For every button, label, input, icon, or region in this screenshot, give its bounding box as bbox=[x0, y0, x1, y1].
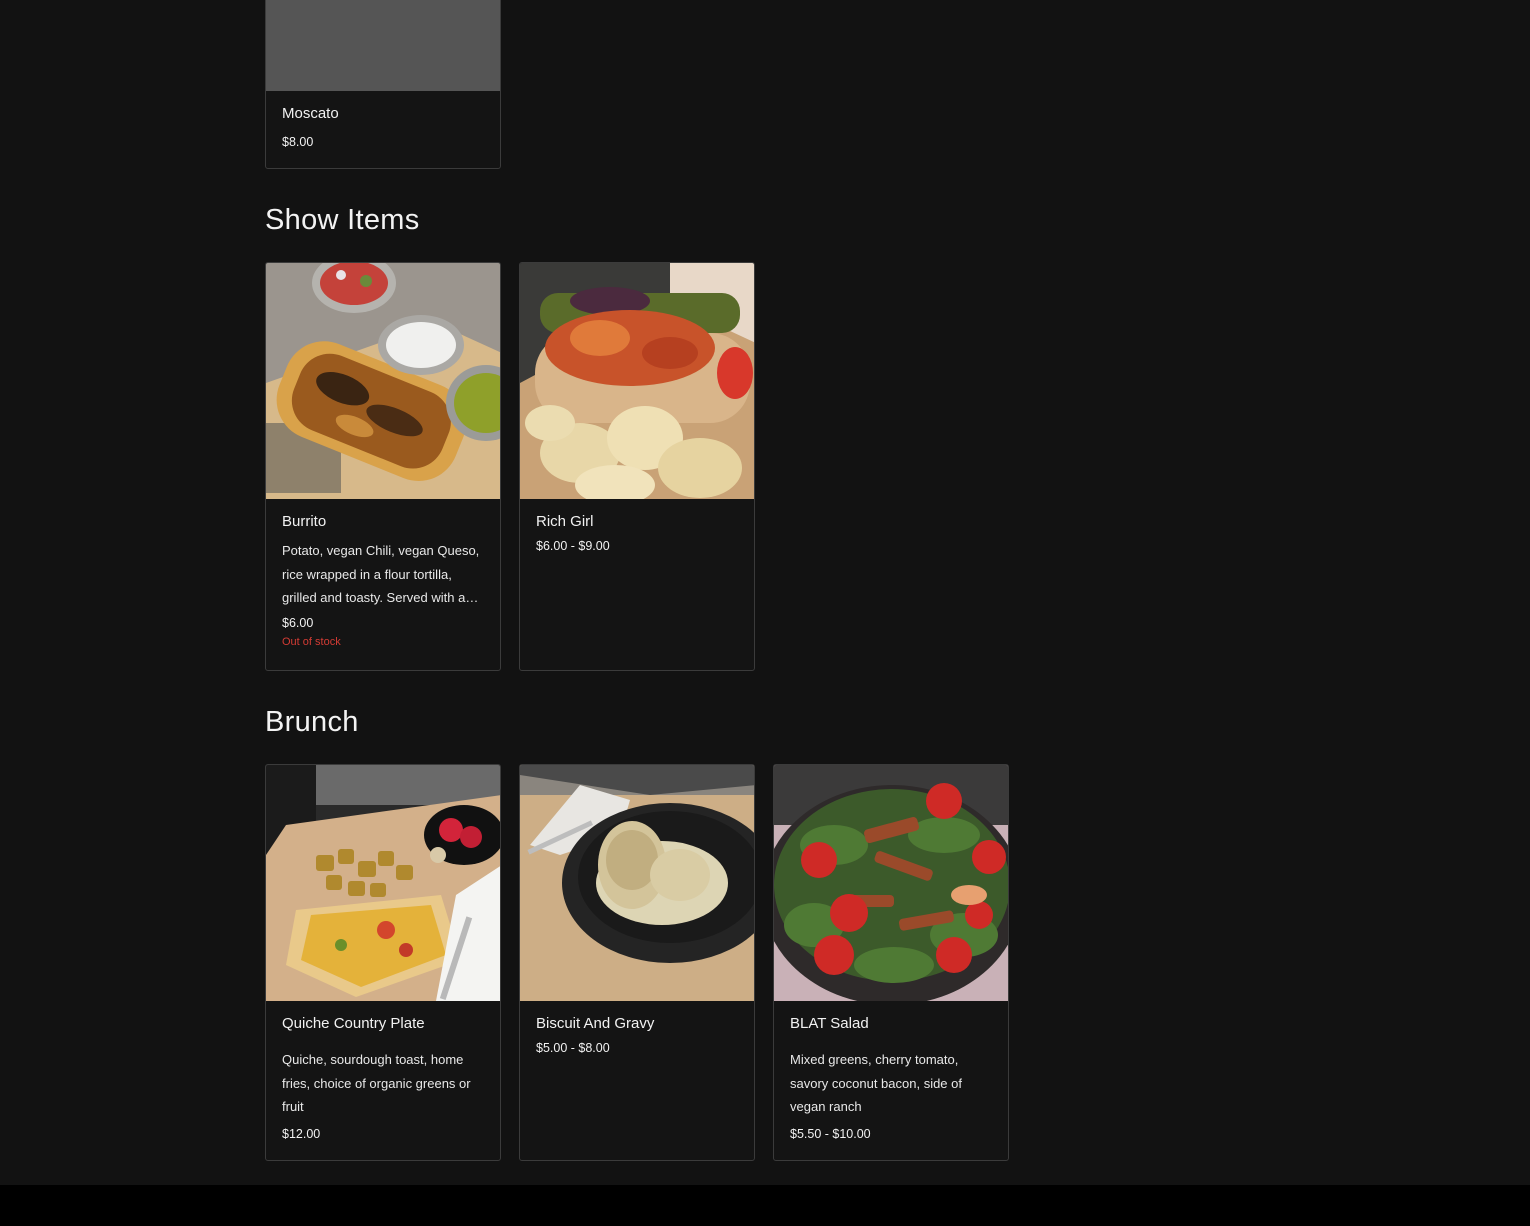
card-body: BLAT Salad Mixed greens, cherry tomato, … bbox=[774, 1001, 1008, 1153]
item-description: Potato, vegan Chili, vegan Queso, rice w… bbox=[282, 543, 480, 605]
biscuit-photo bbox=[520, 765, 754, 1001]
item-description: Quiche, sourdough toast, home fries, cho… bbox=[282, 1052, 471, 1114]
section-title-show-items: Show Items bbox=[265, 204, 420, 236]
item-price: $5.00 - $8.00 bbox=[536, 1041, 610, 1055]
rich-girl-photo bbox=[520, 263, 754, 499]
menu-item-card-blat-salad[interactable]: BLAT Salad Mixed greens, cherry tomato, … bbox=[773, 764, 1009, 1161]
menu-item-card-rich-girl[interactable]: Rich Girl $6.00 - $9.00 bbox=[519, 262, 755, 671]
out-of-stock-badge: Out of stock bbox=[282, 635, 341, 648]
card-body: Rich Girl $6.00 - $9.00 bbox=[520, 499, 754, 565]
item-price: $12.00 bbox=[282, 1126, 321, 1141]
menu-item-card-burrito[interactable]: Burrito Potato, vegan Chili, vegan Queso… bbox=[265, 262, 501, 671]
item-name: Biscuit And Gravy bbox=[536, 1015, 655, 1032]
footer-band bbox=[0, 1185, 1530, 1226]
menu-item-card-moscato[interactable]: Moscato $8.00 bbox=[265, 0, 501, 169]
item-image-rich-girl bbox=[520, 263, 754, 499]
item-image-biscuit-and-gravy bbox=[520, 765, 754, 1001]
item-image-placeholder bbox=[266, 0, 500, 91]
item-image-blat-salad bbox=[774, 765, 1008, 1001]
card-body: Moscato $8.00 bbox=[266, 91, 500, 161]
item-description: Mixed greens, cherry tomato, savory coco… bbox=[790, 1052, 962, 1114]
item-price: $8.00 bbox=[282, 135, 314, 149]
item-price: $6.00 - $9.00 bbox=[536, 539, 610, 553]
item-name: Burrito bbox=[282, 513, 327, 530]
item-name: Quiche Country Plate bbox=[282, 1015, 425, 1032]
item-image-quiche-country-plate bbox=[266, 765, 500, 1001]
item-name: Moscato bbox=[282, 105, 339, 122]
section-title-brunch: Brunch bbox=[265, 706, 359, 738]
item-image-burrito bbox=[266, 263, 500, 499]
menu-item-card-biscuit-and-gravy[interactable]: Biscuit And Gravy $5.00 - $8.00 bbox=[519, 764, 755, 1161]
card-body: Burrito Potato, vegan Chili, vegan Queso… bbox=[266, 499, 500, 660]
card-body: Quiche Country Plate Quiche, sourdough t… bbox=[266, 1001, 500, 1153]
item-price: $6.00 bbox=[282, 615, 314, 630]
menu-page: Moscato $8.00 Show Items Burrito Potato,… bbox=[0, 0, 1530, 1226]
quiche-photo bbox=[266, 765, 500, 1001]
item-name: Rich Girl bbox=[536, 513, 594, 530]
blat-salad-photo bbox=[774, 765, 1008, 1001]
item-price: $5.50 - $10.00 bbox=[790, 1126, 871, 1141]
menu-item-card-quiche-country-plate[interactable]: Quiche Country Plate Quiche, sourdough t… bbox=[265, 764, 501, 1161]
item-name: BLAT Salad bbox=[790, 1015, 869, 1032]
burrito-photo bbox=[266, 263, 500, 499]
card-body: Biscuit And Gravy $5.00 - $8.00 bbox=[520, 1001, 754, 1067]
